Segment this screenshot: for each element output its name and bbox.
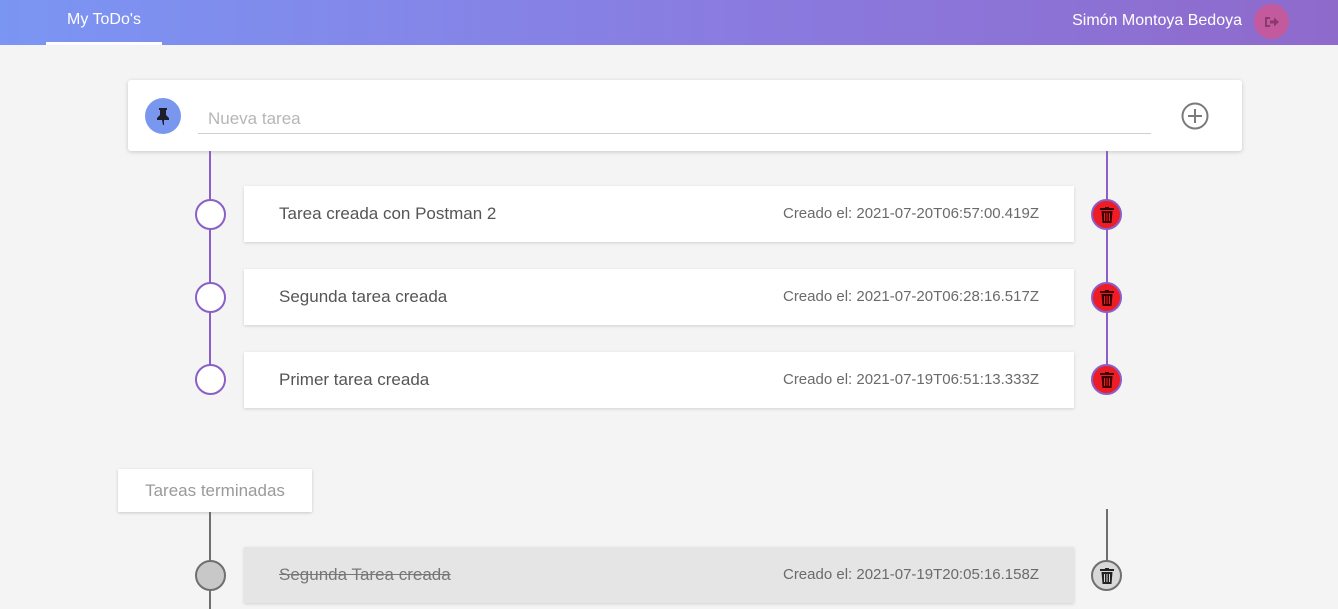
- pin-badge: [145, 98, 181, 134]
- new-task-input[interactable]: [198, 98, 1151, 134]
- tab-my-todos[interactable]: My ToDo's: [46, 0, 162, 45]
- complete-task-toggle[interactable]: [195, 364, 226, 395]
- completed-task-row[interactable]: Segunda Tarea creada Creado el: 2021-07-…: [244, 547, 1074, 603]
- task-title: Tarea creada con Postman 2: [279, 204, 497, 223]
- timeline-line-left: [209, 151, 211, 380]
- trash-icon: [1099, 206, 1114, 223]
- trash-icon: [1099, 567, 1114, 584]
- thumbtack-icon: [157, 108, 169, 125]
- task-date: Creado el: 2021-07-19T06:51:13.333Z: [782, 371, 1039, 388]
- delete-task-button[interactable]: [1091, 282, 1122, 313]
- completed-timeline-line-right: [1106, 509, 1108, 561]
- task-row[interactable]: Primer tarea creada Creado el: 2021-07-1…: [244, 352, 1074, 408]
- user-name: Simón Montoya Bedoya: [1072, 12, 1242, 29]
- timeline-line-right: [1106, 151, 1108, 380]
- delete-task-button[interactable]: [1091, 199, 1122, 230]
- delete-task-button[interactable]: [1091, 560, 1122, 591]
- task-date: Creado el: 2021-07-20T06:57:00.419Z: [782, 205, 1039, 222]
- trash-icon: [1099, 289, 1114, 306]
- completed-section-label: Tareas terminadas: [118, 469, 312, 512]
- task-date: Creado el: 2021-07-19T20:05:16.158Z: [782, 566, 1039, 583]
- sign-out-icon: [1264, 16, 1279, 27]
- task-title: Segunda tarea creada: [279, 287, 448, 306]
- logout-button[interactable]: [1254, 4, 1289, 39]
- trash-icon: [1099, 371, 1114, 388]
- top-navbar: My ToDo's Simón Montoya Bedoya: [0, 0, 1338, 45]
- new-task-card: [128, 80, 1242, 151]
- task-row[interactable]: Tarea creada con Postman 2 Creado el: 20…: [244, 186, 1074, 242]
- plus-circle-icon: [1181, 102, 1209, 130]
- task-date: Creado el: 2021-07-20T06:28:16.517Z: [782, 288, 1039, 305]
- complete-task-toggle[interactable]: [195, 199, 226, 230]
- task-title: Segunda Tarea creada: [279, 565, 451, 584]
- complete-task-toggle[interactable]: [195, 282, 226, 313]
- task-row[interactable]: Segunda tarea creada Creado el: 2021-07-…: [244, 269, 1074, 325]
- add-task-button[interactable]: [1181, 102, 1209, 130]
- delete-task-button[interactable]: [1091, 364, 1122, 395]
- uncomplete-task-toggle[interactable]: [195, 560, 226, 591]
- task-title: Primer tarea creada: [279, 370, 430, 389]
